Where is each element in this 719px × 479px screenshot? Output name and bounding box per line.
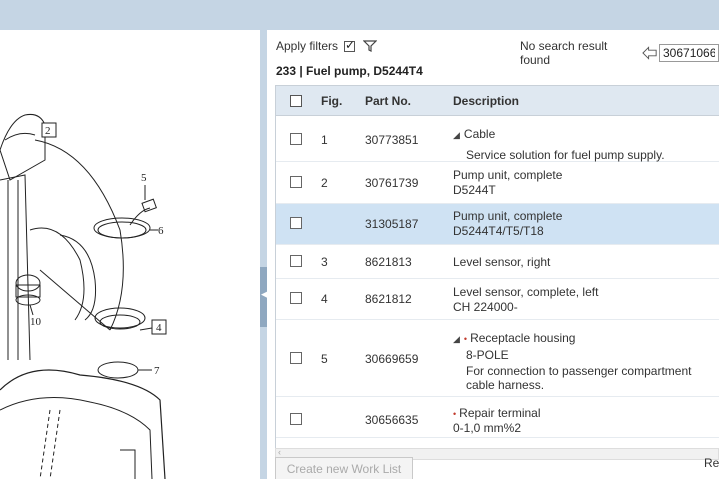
row-subtitle: D5244T4/T5/T18 bbox=[453, 224, 544, 238]
table-row[interactable]: 1 30773851 ◢ Cable Service solution for f… bbox=[276, 116, 719, 162]
row-checkbox[interactable] bbox=[290, 352, 302, 364]
row-part-no[interactable]: 30773851 bbox=[365, 133, 418, 147]
row-checkbox[interactable] bbox=[290, 133, 302, 145]
callout-7: 7 bbox=[154, 365, 160, 377]
callout-10: 10 bbox=[30, 316, 42, 328]
bullet-icon: • bbox=[453, 409, 457, 419]
parts-table: Fig. Part No. Description 1 30773851 ◢ Ca… bbox=[275, 85, 719, 449]
expand-triangle-icon[interactable]: ◢ bbox=[453, 130, 460, 140]
row-title: Level sensor, complete, left bbox=[453, 285, 599, 299]
table-row[interactable]: 4 8621812 Level sensor, complete, left C… bbox=[276, 279, 719, 320]
collapse-handle[interactable]: ◀ bbox=[260, 267, 268, 327]
row-title: Level sensor, right bbox=[453, 255, 551, 269]
row-title-wrap: ◢ • Receptacle housing bbox=[453, 331, 575, 345]
table-row-selected[interactable]: 31305187 Pump unit, complete D5244T4/T5/… bbox=[276, 204, 719, 245]
row-fig: 3 bbox=[321, 255, 328, 269]
search-input[interactable] bbox=[659, 44, 719, 62]
pane-splitter[interactable]: ◀ bbox=[260, 30, 268, 479]
arrow-left-icon[interactable] bbox=[642, 46, 657, 60]
callout-4: 4 bbox=[156, 322, 162, 334]
callout-2: 2 bbox=[45, 125, 51, 137]
table-header: Fig. Part No. Description bbox=[276, 86, 719, 116]
row-title: Repair terminal bbox=[459, 406, 541, 420]
row-part-no[interactable]: 31305187 bbox=[365, 217, 418, 231]
row-title-wrap: ◢ Cable bbox=[453, 127, 495, 141]
bullet-icon: • bbox=[463, 334, 468, 344]
scroll-left-icon[interactable]: ‹ bbox=[278, 447, 281, 457]
parts-list-pane: Apply filters No search result found 233… bbox=[267, 30, 719, 479]
row-part-no[interactable]: 30656635 bbox=[365, 413, 418, 427]
row-subtitle: 0-1,0 mm%2 bbox=[453, 421, 522, 435]
row-part-no[interactable]: 8621812 bbox=[365, 292, 412, 306]
row-subtitle: 8-POLE bbox=[466, 348, 509, 362]
filter-bar: Apply filters bbox=[276, 38, 378, 53]
parts-diagram-pane[interactable]: 2 5 6 10 4 7 bbox=[0, 30, 260, 479]
row-part-no[interactable]: 30669659 bbox=[365, 352, 418, 366]
row-title: Pump unit, complete bbox=[453, 209, 563, 223]
row-fig: 5 bbox=[321, 352, 328, 366]
breadcrumb: 233 | Fuel pump, D5244T4 bbox=[276, 64, 423, 78]
table-row[interactable]: 3 8621813 Level sensor, right bbox=[276, 245, 719, 279]
filter-funnel-icon[interactable] bbox=[363, 39, 378, 53]
create-work-list-button[interactable]: Create new Work List bbox=[275, 457, 413, 479]
row-note: Service solution for fuel pump supply. bbox=[466, 148, 665, 162]
row-fig: 2 bbox=[321, 176, 328, 190]
row-fig: 4 bbox=[321, 292, 328, 306]
row-checkbox[interactable] bbox=[290, 292, 302, 304]
row-part-no[interactable]: 8621813 bbox=[365, 255, 412, 269]
row-checkbox[interactable] bbox=[290, 217, 302, 229]
table-row[interactable]: 2 30761739 Pump unit, complete D5244T bbox=[276, 162, 719, 204]
row-fig: 1 bbox=[321, 133, 328, 147]
search-area: No search result found bbox=[520, 39, 719, 67]
row-note: For connection to passenger compartment … bbox=[466, 364, 692, 392]
row-title: Receptacle housing bbox=[470, 331, 576, 345]
search-status: No search result found bbox=[520, 39, 608, 67]
apply-filters-checkbox[interactable] bbox=[344, 38, 355, 52]
row-checkbox[interactable] bbox=[290, 176, 302, 188]
callout-6: 6 bbox=[158, 225, 164, 237]
expand-triangle-icon[interactable]: ◢ bbox=[453, 334, 460, 344]
apply-filters-label: Apply filters bbox=[276, 39, 339, 53]
row-subtitle: D5244T bbox=[453, 183, 496, 197]
header-fig[interactable]: Fig. bbox=[321, 94, 342, 108]
row-subtitle: CH 224000- bbox=[453, 300, 518, 314]
callout-5: 5 bbox=[141, 172, 147, 184]
row-title-wrap: • Repair terminal bbox=[453, 406, 541, 420]
row-checkbox[interactable] bbox=[290, 413, 302, 425]
row-title: Pump unit, complete bbox=[453, 168, 563, 182]
header-part-no[interactable]: Part No. bbox=[365, 94, 411, 108]
truncated-label: Re bbox=[704, 456, 719, 470]
table-row[interactable]: 30656635 • Repair terminal 0-1,0 mm%2 bbox=[276, 397, 719, 438]
header-description[interactable]: Description bbox=[453, 94, 519, 108]
table-row[interactable]: 5 30669659 ◢ • Receptacle housing 8-POLE F… bbox=[276, 320, 719, 397]
row-title: Cable bbox=[463, 127, 496, 141]
fuel-pump-diagram: 2 5 6 10 4 7 bbox=[0, 114, 167, 479]
row-checkbox[interactable] bbox=[290, 255, 302, 267]
select-all-checkbox[interactable] bbox=[290, 95, 302, 107]
row-part-no[interactable]: 30761739 bbox=[365, 176, 418, 190]
top-toolbar bbox=[0, 0, 719, 30]
